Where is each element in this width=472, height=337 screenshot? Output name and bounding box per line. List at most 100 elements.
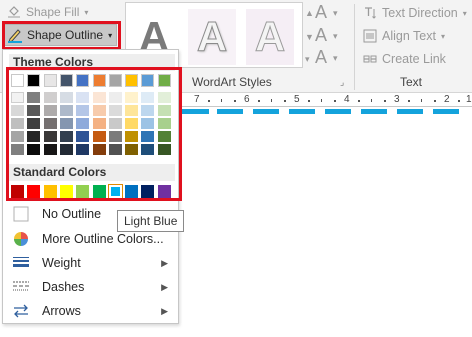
- ruler-dot: [308, 100, 310, 102]
- theme-shade-swatch[interactable]: [92, 118, 106, 129]
- theme-color-swatch[interactable]: [92, 74, 106, 87]
- gallery-more-icon[interactable]: ▾: [305, 54, 310, 65]
- ruler-dot: [234, 100, 236, 102]
- text-fill-icon[interactable]: A: [315, 2, 327, 23]
- weight-item[interactable]: Weight ▶: [6, 251, 176, 275]
- text-outline-icon[interactable]: A: [315, 25, 327, 46]
- theme-shade-swatch[interactable]: [92, 131, 106, 142]
- theme-shade-swatch[interactable]: [92, 92, 106, 103]
- theme-shade-swatch[interactable]: [27, 92, 41, 103]
- theme-shade-swatch[interactable]: [157, 105, 171, 116]
- theme-shade-swatch[interactable]: [141, 118, 155, 129]
- theme-shade-swatch[interactable]: [108, 118, 122, 129]
- text-effects-icon[interactable]: A: [315, 47, 327, 68]
- wordart-style-3[interactable]: A: [246, 9, 294, 65]
- standard-color-swatch[interactable]: [43, 185, 57, 198]
- theme-shade-swatch[interactable]: [125, 118, 139, 129]
- theme-shade-swatch[interactable]: [43, 144, 57, 155]
- theme-color-swatch[interactable]: [108, 74, 122, 87]
- theme-shade-swatch[interactable]: [141, 92, 155, 103]
- theme-shade-swatch[interactable]: [27, 144, 41, 155]
- arrows-item[interactable]: Arrows ▶: [6, 299, 176, 323]
- theme-shade-swatch[interactable]: [76, 144, 90, 155]
- theme-shade-swatch[interactable]: [92, 105, 106, 116]
- theme-shade-swatch[interactable]: [108, 92, 122, 103]
- text-direction-button[interactable]: Text Direction ▾: [362, 5, 467, 21]
- standard-color-swatch[interactable]: [107, 184, 123, 199]
- theme-color-swatch[interactable]: [141, 74, 155, 87]
- theme-shade-swatch[interactable]: [76, 131, 90, 142]
- chevron-down-icon[interactable]: ▾: [333, 31, 338, 42]
- standard-color-swatch[interactable]: [76, 185, 90, 198]
- align-text-button[interactable]: Align Text ▾: [362, 28, 445, 44]
- ruler-dot: [458, 100, 460, 102]
- theme-shade-swatch[interactable]: [125, 144, 139, 155]
- ruler-tick: [421, 99, 422, 102]
- dash-segment: [361, 109, 387, 114]
- theme-shade-swatch[interactable]: [157, 92, 171, 103]
- theme-shade-swatch[interactable]: [59, 118, 73, 129]
- theme-shade-swatch[interactable]: [125, 131, 139, 142]
- theme-color-swatch[interactable]: [76, 74, 90, 87]
- shape-fill-button[interactable]: Shape Fill ▾: [6, 4, 88, 20]
- theme-shade-swatch[interactable]: [43, 105, 57, 116]
- dialog-launcher-icon[interactable]: ⌟: [340, 77, 344, 88]
- wordart-style-2[interactable]: A: [188, 9, 236, 65]
- standard-color-swatch[interactable]: [125, 185, 139, 198]
- theme-color-swatch[interactable]: [43, 74, 57, 87]
- theme-shade-swatch[interactable]: [11, 118, 24, 129]
- theme-shade-swatch[interactable]: [11, 105, 24, 116]
- theme-shade-swatch[interactable]: [59, 92, 73, 103]
- gallery-scroll-down-icon[interactable]: ▼: [305, 32, 314, 42]
- theme-shade-swatch[interactable]: [59, 105, 73, 116]
- standard-color-swatch[interactable]: [92, 185, 106, 198]
- theme-shade-swatch[interactable]: [11, 131, 24, 142]
- theme-color-swatch[interactable]: [27, 74, 41, 87]
- horizontal-ruler: 7 6 5 4 3 2 1: [180, 94, 472, 107]
- theme-shade-swatch[interactable]: [108, 131, 122, 142]
- dashes-label: Dashes: [42, 280, 85, 294]
- theme-shade-swatch[interactable]: [92, 144, 106, 155]
- theme-shade-swatch[interactable]: [141, 131, 155, 142]
- theme-shade-swatch[interactable]: [43, 131, 57, 142]
- standard-color-swatch[interactable]: [27, 185, 41, 198]
- theme-shade-swatch[interactable]: [125, 92, 139, 103]
- theme-shade-swatch[interactable]: [141, 144, 155, 155]
- dashes-item[interactable]: Dashes ▶: [6, 275, 176, 299]
- theme-shade-swatch[interactable]: [141, 105, 155, 116]
- theme-shade-swatch[interactable]: [108, 105, 122, 116]
- chevron-down-icon[interactable]: ▾: [333, 8, 338, 19]
- theme-shade-swatch[interactable]: [27, 131, 41, 142]
- gallery-scroll-up-icon[interactable]: ▲: [305, 8, 314, 18]
- theme-shade-swatch[interactable]: [157, 131, 171, 142]
- standard-color-swatch[interactable]: [141, 185, 155, 198]
- standard-color-swatch[interactable]: [11, 185, 24, 198]
- theme-shade-swatch[interactable]: [11, 92, 24, 103]
- create-link-button[interactable]: Create Link: [362, 51, 446, 67]
- theme-color-swatch[interactable]: [125, 74, 139, 87]
- theme-shade-swatch[interactable]: [59, 131, 73, 142]
- theme-shade-swatch[interactable]: [108, 144, 122, 155]
- highlight-box-shape-outline: [2, 21, 121, 50]
- theme-shade-swatch[interactable]: [76, 118, 90, 129]
- standard-color-swatch[interactable]: [59, 185, 73, 198]
- theme-shade-swatch[interactable]: [43, 118, 57, 129]
- slide-canvas[interactable]: [180, 108, 472, 337]
- theme-shade-swatch[interactable]: [76, 92, 90, 103]
- theme-shade-swatch[interactable]: [125, 105, 139, 116]
- theme-shade-swatch[interactable]: [157, 144, 171, 155]
- theme-shade-swatch[interactable]: [76, 105, 90, 116]
- chevron-down-icon[interactable]: ▾: [333, 53, 338, 64]
- theme-color-swatch[interactable]: [59, 74, 73, 87]
- theme-shade-swatch[interactable]: [27, 105, 41, 116]
- standard-color-swatch[interactable]: [157, 185, 171, 198]
- line-weight-icon: [10, 253, 32, 273]
- theme-shade-swatch[interactable]: [27, 118, 41, 129]
- theme-shade-swatch[interactable]: [59, 144, 73, 155]
- chevron-down-icon: ▾: [84, 7, 89, 17]
- theme-color-swatch[interactable]: [157, 74, 171, 87]
- theme-color-swatch[interactable]: [11, 74, 24, 87]
- theme-shade-swatch[interactable]: [43, 92, 57, 103]
- theme-shade-swatch[interactable]: [157, 118, 171, 129]
- theme-shade-swatch[interactable]: [11, 144, 24, 155]
